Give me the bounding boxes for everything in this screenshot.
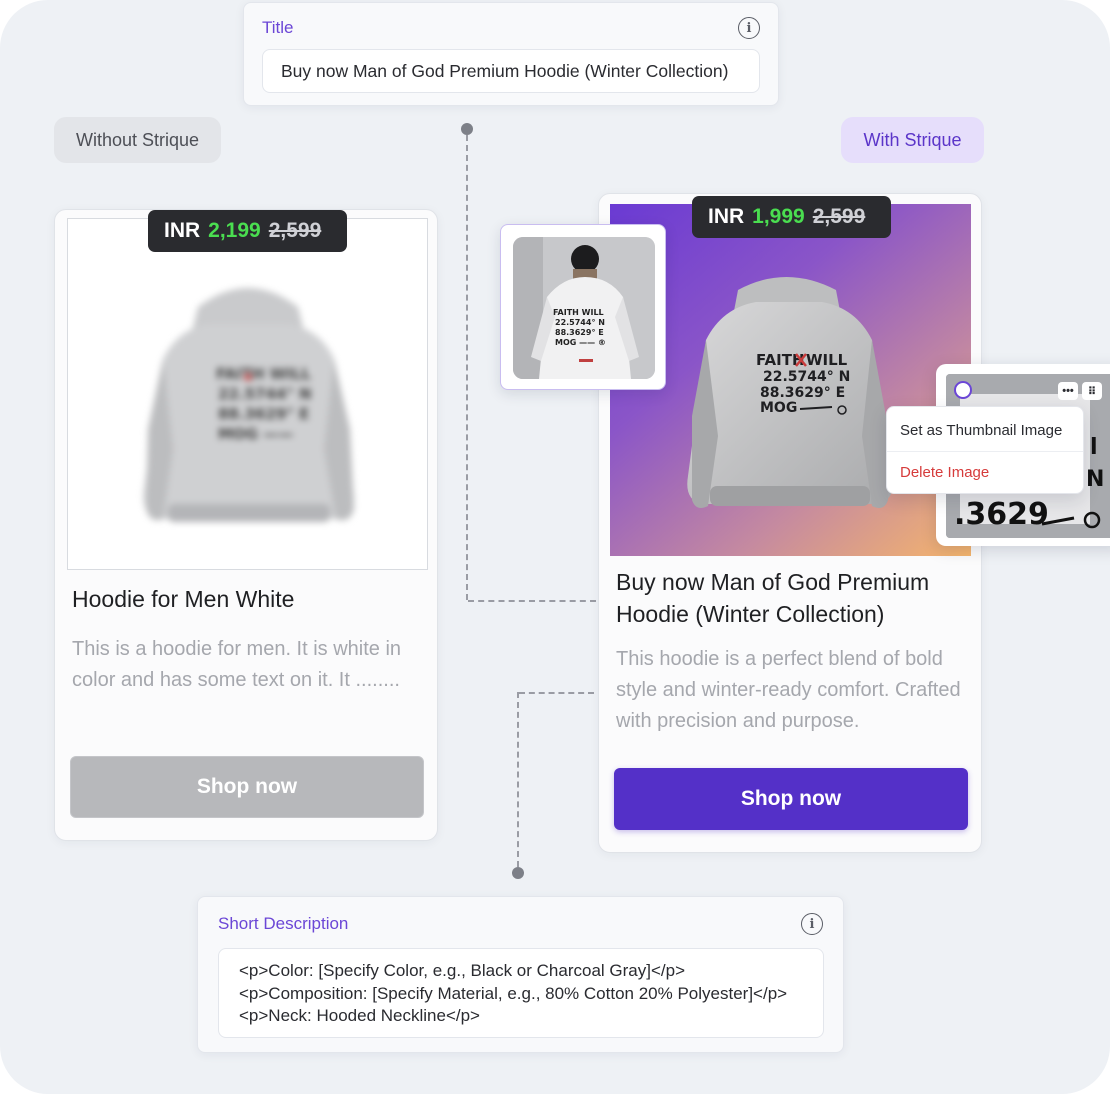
- svg-text:88.3629° E: 88.3629° E: [555, 328, 604, 337]
- product-card-without: FAITH WILL 22.5744° N 88.3629° E MOG —— …: [54, 209, 438, 841]
- svg-text:.3629: .3629: [954, 497, 1049, 532]
- connector-dot-top: [461, 123, 473, 135]
- hoodie-print-line-2: 22.5744° N: [763, 369, 850, 385]
- image-context-menu: Set as Thumbnail Image Delete Image: [886, 406, 1084, 494]
- canvas: Title i Buy now Man of God Premium Hoodi…: [0, 0, 1110, 1094]
- thumbnail-image-card[interactable]: FAITH WILL 22.5744° N 88.3629° E MOG —— …: [500, 224, 666, 390]
- drag-handle-icon[interactable]: ⠿: [1082, 382, 1102, 400]
- info-icon[interactable]: i: [738, 17, 760, 39]
- svg-text:FAITH WILL: FAITH WILL: [553, 308, 604, 317]
- sale-price: 2,199: [208, 219, 261, 242]
- svg-text:l: l: [1090, 435, 1098, 460]
- currency-label: INR: [708, 205, 745, 228]
- original-price: 2,599: [268, 219, 322, 242]
- connector-line-bottom-horizontal: [519, 692, 594, 694]
- product-image-blurred: FAITH WILL 22.5744° N 88.3629° E MOG ——: [67, 218, 428, 570]
- price-badge: INR 2,199 2,599: [148, 210, 347, 252]
- svg-text:FAITH WILL: FAITH WILL: [216, 365, 311, 383]
- more-options-icon[interactable]: •••: [1058, 382, 1078, 400]
- hoodie-print-line-1b: WILL: [806, 351, 848, 369]
- connector-dot-bottom: [512, 867, 524, 879]
- short-description-input[interactable]: <p>Color: [Specify Color, e.g., Black or…: [218, 948, 824, 1038]
- without-strique-pill: Without Strique: [54, 117, 221, 163]
- title-panel: Title i Buy now Man of God Premium Hoodi…: [243, 2, 779, 106]
- short-description-panel: Short Description i <p>Color: [Specify C…: [197, 896, 844, 1053]
- svg-text:88.3629° E: 88.3629° E: [218, 405, 309, 423]
- select-radio[interactable]: [954, 381, 972, 399]
- product-title: Hoodie for Men White: [72, 586, 295, 612]
- product-description: This is a hoodie for men. It is white in…: [72, 638, 402, 691]
- with-strique-pill: With Strique: [841, 117, 984, 163]
- svg-text:22.5744° N: 22.5744° N: [218, 385, 312, 403]
- connector-line-top-horizontal: [468, 600, 596, 602]
- price-badge: INR 1,999 2,599: [692, 196, 891, 238]
- product-description: This hoodie is a perfect blend of bold s…: [616, 648, 961, 732]
- svg-text:22.5744° N: 22.5744° N: [555, 318, 605, 327]
- shop-now-button[interactable]: Shop now: [614, 768, 968, 830]
- title-label: Title: [262, 18, 294, 37]
- svg-text:N: N: [1086, 467, 1104, 492]
- delete-image-menu-item[interactable]: Delete Image: [887, 452, 1083, 492]
- shop-now-button-disabled[interactable]: Shop now: [70, 756, 424, 818]
- info-icon[interactable]: i: [801, 913, 823, 935]
- original-price: 2,599: [812, 205, 866, 228]
- set-thumbnail-menu-item[interactable]: Set as Thumbnail Image: [887, 410, 1083, 450]
- title-input[interactable]: Buy now Man of God Premium Hoodie (Winte…: [262, 49, 760, 93]
- connector-line-top: [466, 135, 468, 600]
- currency-label: INR: [164, 219, 201, 242]
- hoodie-print-line-3: 88.3629° E: [760, 385, 845, 401]
- svg-text:MOG —— ®: MOG —— ®: [555, 338, 606, 347]
- sale-price: 1,999: [752, 205, 805, 228]
- short-description-label: Short Description: [218, 914, 349, 933]
- hoodie-print-line-4: MOG: [760, 400, 797, 416]
- svg-text:MOG ——: MOG ——: [218, 425, 293, 443]
- thumbnail-image: FAITH WILL 22.5744° N 88.3629° E MOG —— …: [513, 237, 655, 379]
- product-title: Buy now Man of God Premium Hoodie (Winte…: [616, 569, 930, 627]
- connector-line-bottom: [517, 692, 519, 867]
